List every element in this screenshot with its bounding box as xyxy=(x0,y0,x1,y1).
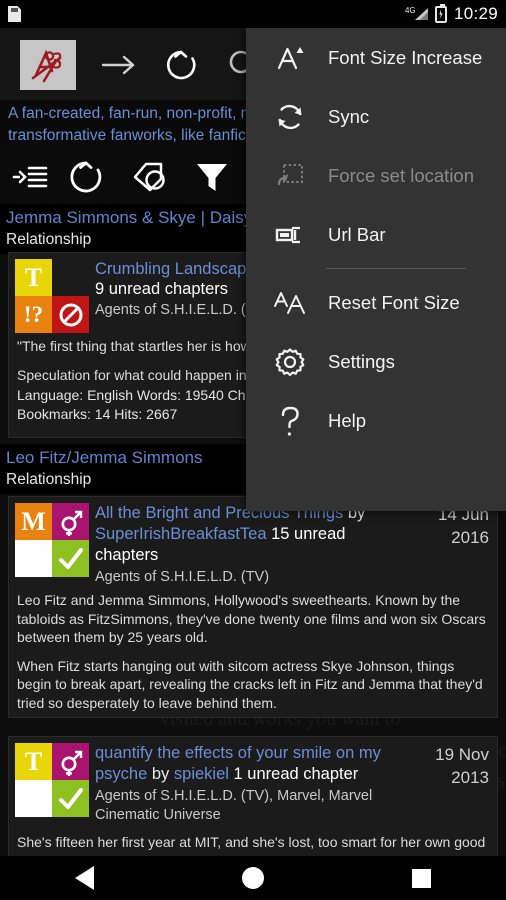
menu-item-label: Sync xyxy=(328,105,370,127)
rating-teen-badge: T xyxy=(15,743,52,780)
overflow-menu: Font Size Increase Sync Force set locati… xyxy=(246,28,506,511)
work-by-label: by xyxy=(151,765,170,783)
menu-divider xyxy=(326,268,466,269)
tags-icon[interactable] xyxy=(125,156,173,198)
menu-item-label: Reset Font Size xyxy=(328,291,460,313)
sync-icon xyxy=(268,101,312,133)
category-multi-badge xyxy=(52,259,89,296)
menu-item-settings[interactable]: Settings xyxy=(246,332,506,391)
work-summary-paragraph: Leo Fitz and Jemma Simmons, Hollywood's … xyxy=(17,592,486,645)
work-date: 19 Nov 2013 xyxy=(435,743,489,789)
screen-root: ✎ Archive of Our Own Fandoms Browse Sear… xyxy=(0,0,506,900)
gender-icon xyxy=(61,510,82,536)
gear-icon xyxy=(268,346,312,378)
work-summary: Leo Fitz and Jemma Simmons, Hollywood's … xyxy=(9,587,497,717)
reload-icon[interactable] xyxy=(62,156,110,198)
network-type-label: 4G xyxy=(404,6,416,15)
badge-letter: M xyxy=(21,506,46,536)
gender-icon xyxy=(61,750,82,776)
forward-arrow-icon[interactable] xyxy=(96,42,142,88)
menu-item-label: Settings xyxy=(328,350,395,372)
work-date-line-1: 19 Nov xyxy=(435,745,489,764)
warning-none-badge xyxy=(15,540,52,577)
rating-teen-badge: T xyxy=(15,259,52,296)
check-icon xyxy=(58,547,83,569)
category-het-badge xyxy=(52,743,89,780)
complete-badge xyxy=(52,540,89,577)
work-author[interactable]: spiekiel xyxy=(174,765,229,783)
work-date-line-2: 2013 xyxy=(451,768,489,787)
work-badges: T !? xyxy=(15,259,89,333)
list-indent-icon[interactable] xyxy=(6,156,54,198)
no-entry-icon xyxy=(59,303,82,326)
status-bar: 4G 10:29 xyxy=(0,0,506,28)
work-card[interactable]: T quantify the effects of your smile on … xyxy=(8,736,498,866)
menu-item-label: Url Bar xyxy=(328,223,386,245)
work-date-line-2: 2016 xyxy=(451,528,489,547)
ao3-logo[interactable] xyxy=(20,40,76,90)
menu-item-force-set-location[interactable]: Force set location xyxy=(246,146,506,205)
filter-icon[interactable] xyxy=(188,156,236,198)
url-bar-icon xyxy=(268,219,312,251)
badge-letter: !? xyxy=(23,301,44,327)
refresh-icon[interactable] xyxy=(158,42,204,88)
back-button[interactable] xyxy=(44,856,124,900)
incomplete-badge xyxy=(52,296,89,333)
badge-letter: T xyxy=(24,262,43,292)
work-card[interactable]: M All the Bright and Precious Things by … xyxy=(8,496,498,718)
question-mark-icon xyxy=(268,404,312,438)
network-signal-icon: 4G xyxy=(405,6,428,20)
work-badges: T xyxy=(15,743,89,825)
menu-item-label: Font Size Increase xyxy=(328,46,483,68)
check-icon xyxy=(58,787,83,809)
work-title-line: quantify the effects of your smile on my… xyxy=(95,743,409,785)
work-fandom: Agents of S.H.I.E.L.D. (TV), Marvel, Mar… xyxy=(95,788,373,823)
work-card-header: T quantify the effects of your smile on … xyxy=(9,737,497,825)
home-button[interactable] xyxy=(213,856,293,900)
category-het-badge xyxy=(52,503,89,540)
battery-charging-icon xyxy=(434,3,447,23)
warning-choose-not-badge: !? xyxy=(15,296,52,333)
work-summary-paragraph: When Fitz starts hanging out with sitcom… xyxy=(17,657,483,711)
work-title-line: All the Bright and Precious Things by Su… xyxy=(95,503,409,566)
force-set-location-icon xyxy=(268,160,312,192)
menu-item-label: Force set location xyxy=(328,164,475,186)
work-fandom: Agents of S.H.I.E.L.D. (TV) xyxy=(95,569,270,585)
status-bar-clock: 10:29 xyxy=(453,4,498,23)
android-navigation-bar xyxy=(0,856,506,900)
badge-letter: T xyxy=(24,746,43,776)
warning-none-badge xyxy=(15,780,52,817)
complete-badge xyxy=(52,780,89,817)
menu-item-help[interactable]: Help xyxy=(246,391,506,450)
work-author[interactable]: SuperIrishBreakfastTea xyxy=(95,525,267,543)
menu-item-reset-font-size[interactable]: Reset Font Size xyxy=(246,273,506,332)
menu-item-label: Help xyxy=(328,409,367,431)
menu-item-font-size-increase[interactable]: Font Size Increase xyxy=(246,28,506,87)
recents-button[interactable] xyxy=(382,856,462,900)
menu-item-sync[interactable]: Sync xyxy=(246,87,506,146)
font-increase-icon xyxy=(268,42,312,74)
work-info: All the Bright and Precious Things by Su… xyxy=(89,503,497,587)
work-badges: M xyxy=(15,503,89,587)
work-unread-count: 1 unread chapter xyxy=(233,765,359,783)
rating-mature-badge: M xyxy=(15,503,52,540)
menu-item-url-bar[interactable]: Url Bar xyxy=(246,205,506,264)
reset-font-size-icon xyxy=(268,287,312,319)
sdcard-icon xyxy=(8,6,21,22)
